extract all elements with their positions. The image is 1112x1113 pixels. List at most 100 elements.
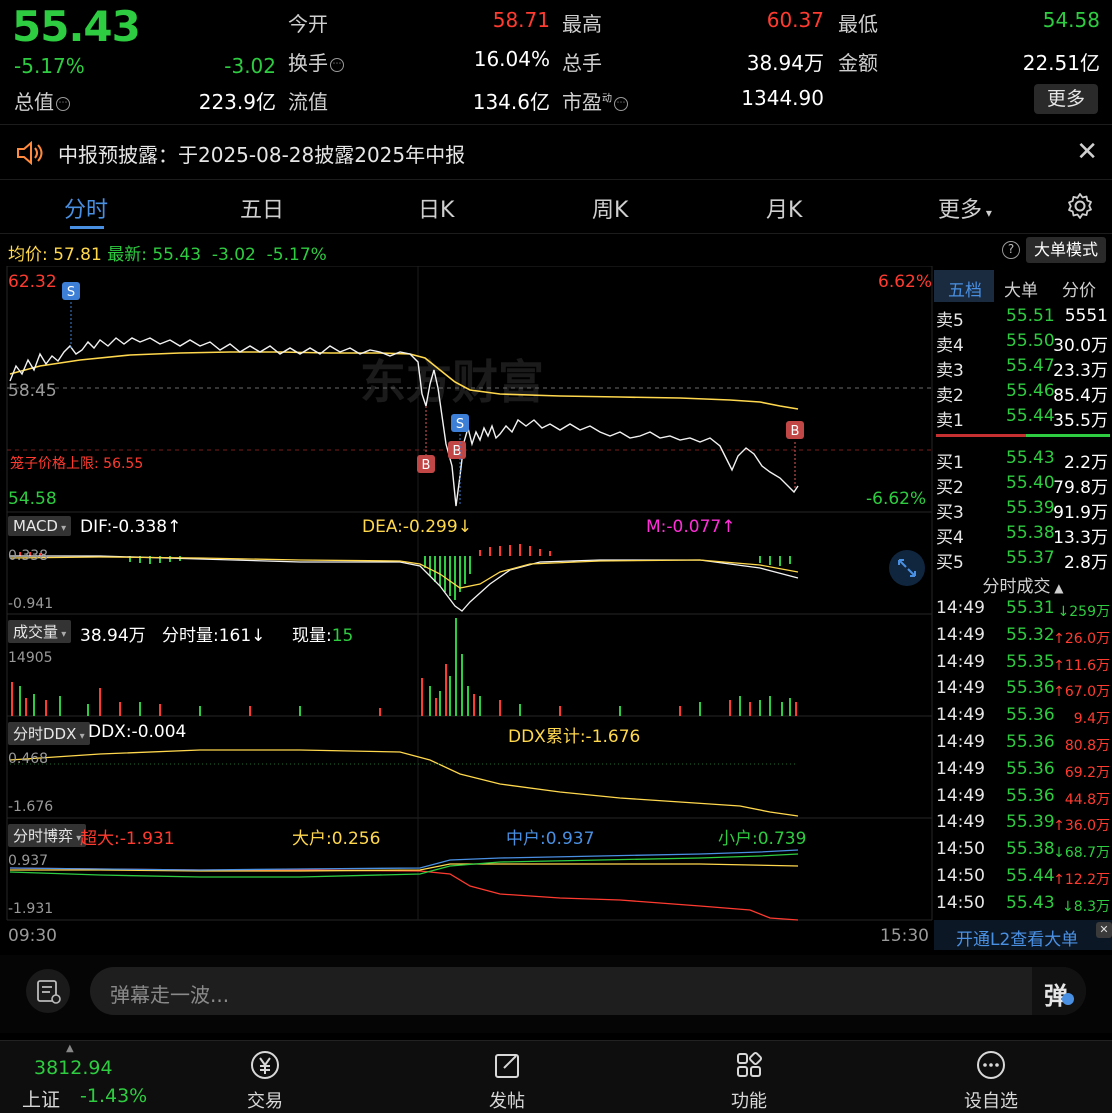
game-selector[interactable]: 分时博弈 <box>8 824 87 847</box>
trade-row: 14:49 55.32 ↑26.0万 <box>936 625 1112 652</box>
notice-bar[interactable]: 中报预披露：于2025-08-28披露2025年中报 ✕ <box>0 124 1112 180</box>
ddx-axis-bottom: -1.676 <box>8 799 54 815</box>
ask-row[interactable]: 卖4 55.50 30.0万 <box>936 331 1112 356</box>
l2-upgrade-text[interactable]: 开通L2查看大单 <box>956 925 1078 950</box>
high-label: 最高 <box>562 12 602 36</box>
time-axis-start: 09:30 <box>8 926 57 946</box>
nav-trade[interactable]: 交易 <box>220 1047 310 1113</box>
edit-icon <box>462 1047 552 1083</box>
macd-selector[interactable]: MACD <box>8 516 72 536</box>
notice-text: 中报预披露：于2025-08-28披露2025年中报 <box>58 143 466 167</box>
trade-volume: 9.4万 <box>1073 711 1110 728</box>
bid-row[interactable]: 买4 55.38 13.3万 <box>936 523 1112 548</box>
l2-upgrade-banner[interactable]: 开通L2查看大单 ✕ <box>934 920 1112 950</box>
index-pct[interactable]: -1.43% <box>80 1085 147 1107</box>
tab-daily-k[interactable]: 日K <box>418 192 454 224</box>
bottom-nav: ▲ 3812.94 上证 -1.43% 交易 发帖 功能 设自选 <box>0 1040 1112 1113</box>
ddx-axis-top: 0.468 <box>8 751 49 767</box>
macd-axis-bottom: -0.941 <box>8 596 54 612</box>
ask-row[interactable]: 卖3 55.47 23.3万 <box>936 356 1112 381</box>
bid-row[interactable]: 买5 55.37 2.8万 <box>936 548 1112 573</box>
trade-volume: 44.8万 <box>1064 791 1110 808</box>
help-icon[interactable]: ? <box>1002 241 1020 259</box>
mktcap-label[interactable]: 总值 ⋯ <box>14 86 70 115</box>
order-book-panel: 五档 大单 分价 卖5 55.51 5551 卖4 55.50 30.0万 卖3 55.4… <box>934 270 1112 950</box>
price-limit-label: 笼子价格上限: 56.55 <box>10 456 144 472</box>
trade-volume: ↓259万 <box>1057 604 1110 620</box>
nav-watchlist[interactable]: 设自选 <box>946 1047 1036 1113</box>
volume-total: 38.94万 <box>80 626 146 646</box>
tab-intraday[interactable]: 分时 <box>64 192 108 224</box>
trade-row: 14:50 55.44 ↑12.2万 <box>936 866 1112 893</box>
tab-monthly-k[interactable]: 月K <box>766 192 802 224</box>
trade-price: 55.36 <box>1006 678 1055 699</box>
info-icon: ⋯ <box>56 96 70 111</box>
ask-row[interactable]: 卖5 55.51 5551 <box>936 306 1112 331</box>
bid-row[interactable]: 买3 55.39 91.9万 <box>936 498 1112 523</box>
macd-histogram <box>19 544 791 600</box>
nav-functions[interactable]: 功能 <box>704 1047 794 1113</box>
comment-input[interactable]: 弹幕走一波... 弹 <box>90 967 1086 1015</box>
caret-up-icon: ▲ <box>66 1043 74 1054</box>
trade-row: 14:49 55.36 9.4万 <box>936 705 1112 732</box>
trade-price: 55.36 <box>1006 705 1055 726</box>
change-amount: -3.02 <box>224 54 276 78</box>
trade-price: 55.39 <box>1006 812 1055 833</box>
tab-five-level[interactable]: 五档 <box>948 276 982 301</box>
more-quote-button[interactable]: 更多 <box>1034 84 1098 114</box>
trade-volume: ↑11.6万 <box>1053 657 1110 674</box>
trade-price: 55.35 <box>1006 651 1055 672</box>
trade-row: 14:49 55.31 ↓259万 <box>936 598 1112 625</box>
game-axis-bottom: -1.931 <box>8 901 54 917</box>
trade-row: 14:50 55.38 ↓68.7万 <box>936 839 1112 866</box>
super-large-value: 超大:-1.931 <box>80 829 175 849</box>
pct-axis-top: 6.62% <box>878 272 933 292</box>
trade-row: 14:49 55.36 69.2万 <box>936 759 1112 786</box>
ddx-selector[interactable]: 分时DDX <box>8 722 90 745</box>
trade-price: 55.38 <box>1006 839 1055 860</box>
speaker-icon <box>16 140 44 169</box>
tab-weekly-k[interactable]: 周K <box>592 192 628 224</box>
gear-icon[interactable] <box>1066 192 1094 224</box>
index-name[interactable]: 上证 <box>22 1085 60 1112</box>
chart-info-line: 均价: 57.81 最新: 55.43 -3.02 -5.17% <box>8 245 327 265</box>
tab-more[interactable]: 更多 ▾ <box>938 192 992 224</box>
trade-time: 14:49 <box>936 705 985 726</box>
large-holder-value: 大户:0.256 <box>292 829 381 849</box>
big-order-mode-button[interactable]: 大单模式 <box>1026 237 1106 263</box>
ask-row[interactable]: 卖2 55.46 85.4万 <box>936 381 1112 406</box>
note-icon[interactable] <box>26 969 70 1013</box>
tab-big-order[interactable]: 大单 <box>1004 276 1038 301</box>
small-holder-line <box>9 853 799 878</box>
ddx-value: DDX:-0.004 <box>88 722 187 742</box>
more-dots-icon <box>946 1047 1036 1083</box>
pe-value: 1344.90 <box>741 86 824 110</box>
trades-title[interactable]: 分时成交 ▲ <box>934 572 1112 597</box>
bid-row[interactable]: 买1 55.43 2.2万 <box>936 448 1112 473</box>
close-icon[interactable]: ✕ <box>1076 137 1098 167</box>
bid-row[interactable]: 买2 55.40 79.8万 <box>936 473 1112 498</box>
ddx-cumulative-line <box>9 749 799 817</box>
trade-row: 14:49 55.36 80.8万 <box>936 732 1112 759</box>
turnover-label[interactable]: 换手 ⋯ <box>288 47 344 76</box>
mid-holder-value: 中户:0.937 <box>506 829 595 849</box>
small-holder-value: 小户:0.739 <box>718 829 807 849</box>
tab-price-dist[interactable]: 分价 <box>1062 276 1096 301</box>
check-icon <box>1062 993 1074 1005</box>
low-value: 54.58 <box>1042 8 1100 32</box>
volume-label: 总手 <box>562 51 602 75</box>
close-icon[interactable]: ✕ <box>1096 922 1112 938</box>
ask-row[interactable]: 卖1 55.44 35.5万 <box>936 406 1112 431</box>
dif-line <box>10 555 799 612</box>
trade-volume: ↑26.0万 <box>1053 630 1110 647</box>
trade-volume: 80.8万 <box>1064 738 1110 754</box>
amount-value: 22.51亿 <box>1022 51 1100 75</box>
tab-five-day[interactable]: 五日 <box>240 192 284 224</box>
open-value: 58.71 <box>492 8 550 32</box>
danmu-button[interactable]: 弹 <box>1032 967 1086 1015</box>
index-value[interactable]: 3812.94 <box>34 1057 113 1079</box>
trade-row: 14:50 55.43 ↓8.3万 <box>936 893 1112 920</box>
volume-selector[interactable]: 成交量 <box>8 620 72 643</box>
pe-label[interactable]: 市盈动 ⋯ <box>562 86 628 115</box>
nav-post[interactable]: 发帖 <box>462 1047 552 1113</box>
